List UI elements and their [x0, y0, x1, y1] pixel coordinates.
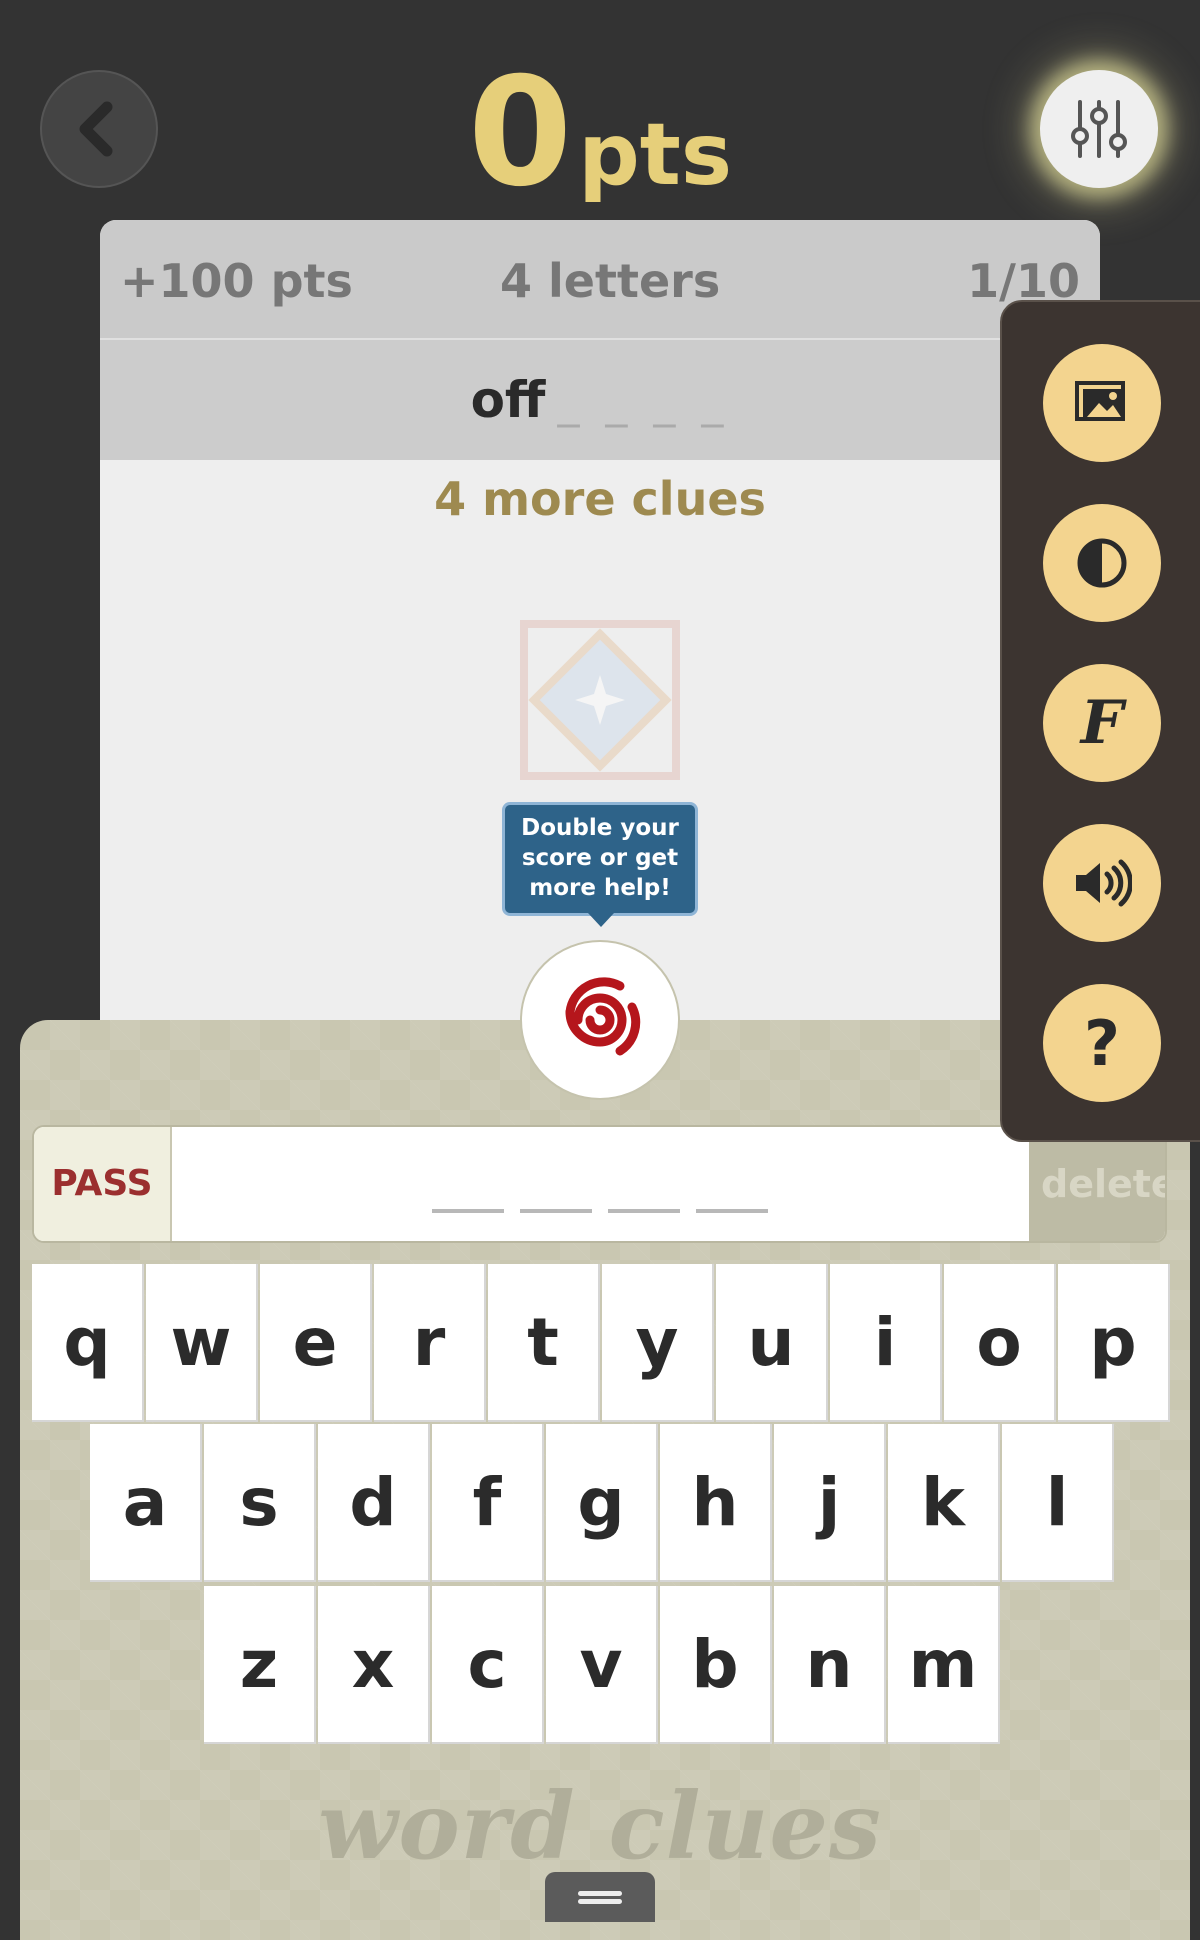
sound-icon — [1076, 859, 1132, 907]
ornament-icon — [520, 620, 680, 780]
sliders-icon — [1071, 100, 1127, 158]
key-w[interactable]: w — [146, 1264, 258, 1422]
key-g[interactable]: g — [546, 1424, 658, 1582]
pass-button[interactable]: PASS — [34, 1127, 172, 1241]
answer-slot[interactable] — [608, 1209, 680, 1213]
menu-icon — [578, 1888, 622, 1907]
sound-button[interactable] — [1043, 824, 1161, 942]
key-o[interactable]: o — [944, 1264, 1056, 1422]
key-y[interactable]: y — [602, 1264, 714, 1422]
letters-label: 4 letters — [500, 254, 721, 308]
key-q[interactable]: q — [32, 1264, 144, 1422]
key-k[interactable]: k — [888, 1424, 1000, 1582]
answer-slot[interactable] — [520, 1209, 592, 1213]
score-value: 0 — [467, 46, 573, 220]
key-v[interactable]: v — [546, 1586, 658, 1744]
help-button[interactable]: ? — [1043, 984, 1161, 1102]
brand-logo: word clues — [318, 1772, 882, 1880]
clue-blank: _ _ _ _ — [557, 377, 730, 428]
key-j[interactable]: j — [774, 1424, 886, 1582]
answer-row: PASS delete — [32, 1125, 1167, 1243]
key-z[interactable]: z — [204, 1586, 316, 1744]
key-t[interactable]: t — [488, 1264, 600, 1422]
key-s[interactable]: s — [204, 1424, 316, 1582]
key-l[interactable]: l — [1002, 1424, 1114, 1582]
score-unit: pts — [578, 105, 733, 205]
image-hint-button[interactable] — [1043, 344, 1161, 462]
contrast-button[interactable] — [1043, 504, 1161, 622]
key-d[interactable]: d — [318, 1424, 430, 1582]
points-label: +100 pts — [120, 254, 353, 308]
key-m[interactable]: m — [888, 1586, 1000, 1744]
tooltip-line: score or get — [521, 845, 679, 871]
clue-word: off — [470, 371, 546, 429]
key-i[interactable]: i — [830, 1264, 942, 1422]
help-tooltip: Double your score or get more help! — [502, 802, 698, 916]
spiral-icon — [565, 977, 641, 1056]
answer-slot[interactable] — [696, 1209, 768, 1213]
key-f[interactable]: f — [432, 1424, 544, 1582]
settings-button[interactable] — [1040, 70, 1158, 188]
more-clues-button[interactable]: 4 more clues — [100, 472, 1100, 526]
key-u[interactable]: u — [716, 1264, 828, 1422]
image-icon — [1075, 381, 1125, 421]
font-button[interactable]: F — [1043, 664, 1161, 782]
menu-tab-button[interactable] — [545, 1872, 655, 1922]
tooltip-line: Double your — [521, 815, 679, 841]
score-display: 0pts — [0, 58, 1200, 208]
double-score-button[interactable] — [520, 940, 680, 1100]
key-b[interactable]: b — [660, 1586, 772, 1744]
key-r[interactable]: r — [374, 1264, 486, 1422]
key-p[interactable]: p — [1058, 1264, 1170, 1422]
clue-row: off _ _ _ _ — [100, 340, 1100, 460]
contrast-icon — [1077, 538, 1127, 588]
key-e[interactable]: e — [260, 1264, 372, 1422]
font-icon: F — [1080, 688, 1124, 758]
key-h[interactable]: h — [660, 1424, 772, 1582]
help-icon: ? — [1084, 1006, 1120, 1080]
delete-button[interactable]: delete — [1029, 1127, 1165, 1241]
key-n[interactable]: n — [774, 1586, 886, 1744]
card-header: +100 pts 4 letters 1/10 — [100, 220, 1100, 340]
key-x[interactable]: x — [318, 1586, 430, 1744]
answer-slot[interactable] — [432, 1209, 504, 1213]
tooltip-line: more help! — [529, 875, 671, 901]
tooltip-arrow — [588, 913, 614, 927]
key-c[interactable]: c — [432, 1586, 544, 1744]
key-a[interactable]: a — [90, 1424, 202, 1582]
